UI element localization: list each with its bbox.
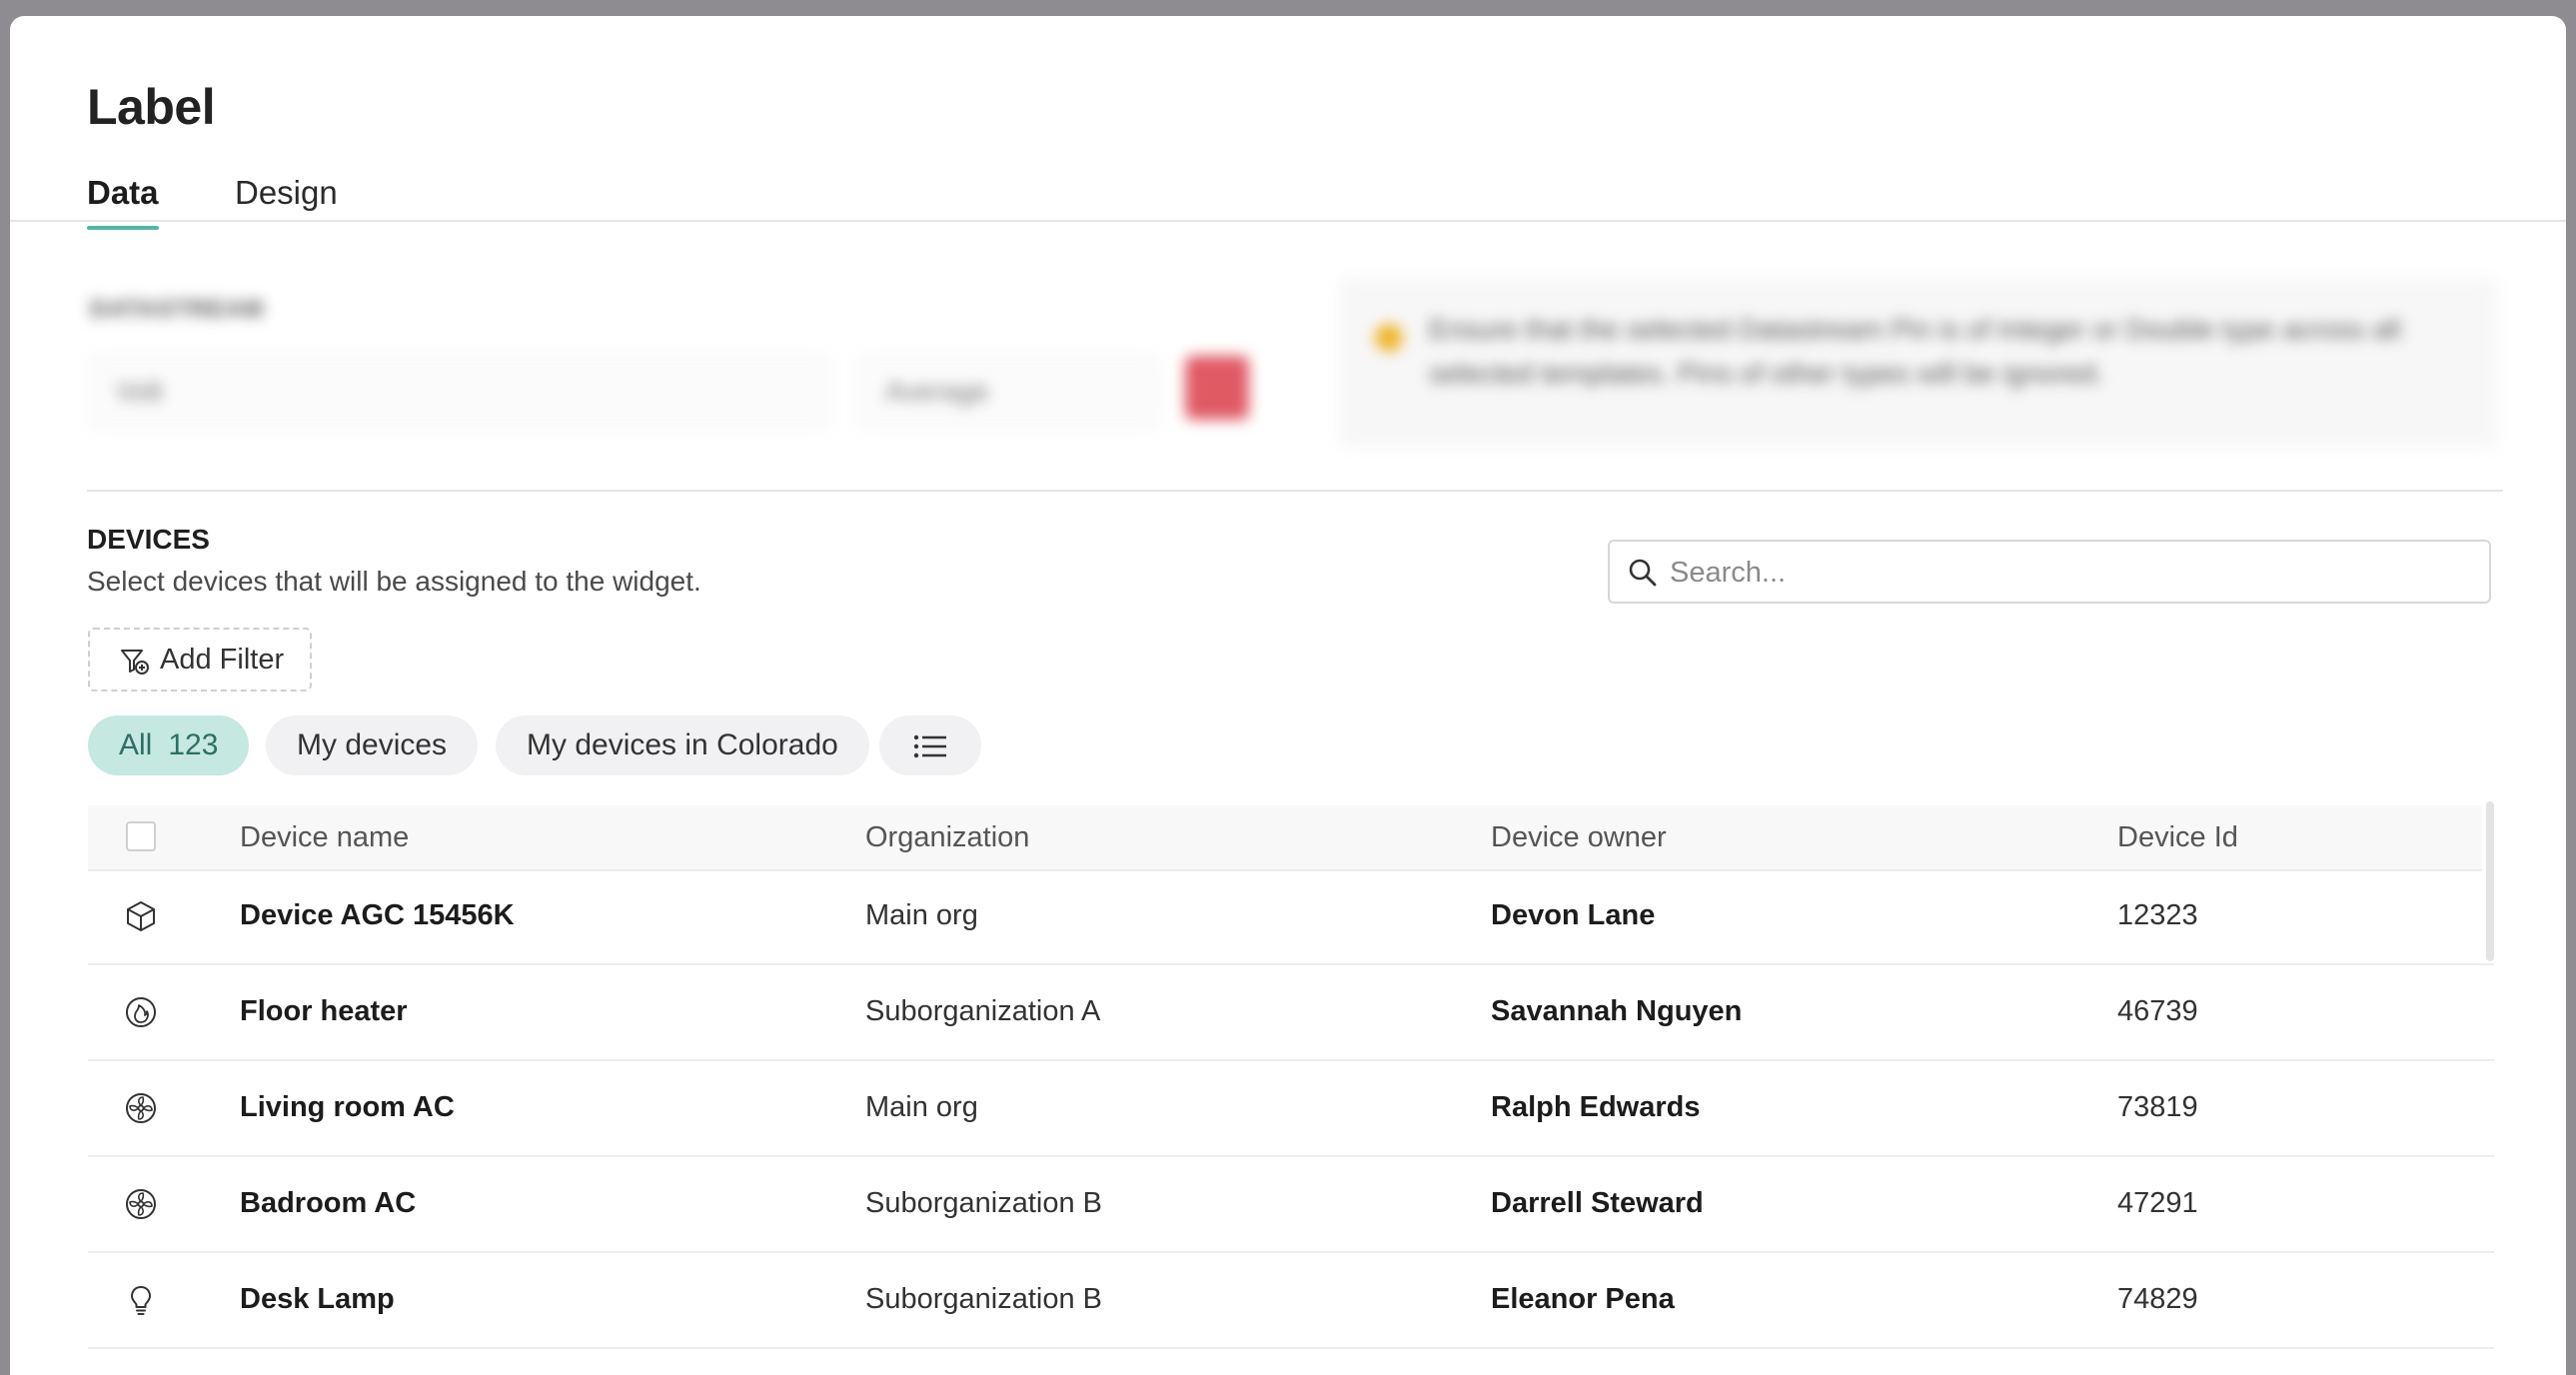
select-all-checkbox[interactable]	[126, 821, 156, 851]
add-filter-button[interactable]: Add Filter	[88, 628, 312, 691]
fan-icon	[126, 1189, 156, 1219]
device-owner: Eleanor Pena	[1491, 1283, 1675, 1315]
device-owner: Savannah Nguyen	[1491, 995, 1743, 1027]
device-id: 73819	[2117, 1091, 2198, 1123]
tabs-divider	[10, 220, 2566, 222]
add-filter-label: Add Filter	[160, 644, 285, 676]
chip-my-devices[interactable]: My devices	[266, 715, 479, 775]
chip-my-devices-colorado[interactable]: My devices in Colorado	[496, 715, 869, 775]
table-header: Device name Organization Device owner De…	[88, 801, 2494, 961]
table-row[interactable]: Floor heater Suborganization A Savannah …	[88, 965, 2494, 1061]
column-organization[interactable]: Organization	[865, 821, 1029, 854]
organization: Suborganization A	[865, 995, 1101, 1027]
datastream-label: DATASTREAM	[90, 296, 265, 323]
device-id: 74829	[2117, 1283, 2198, 1315]
search-icon	[1629, 559, 1657, 587]
devices-subtitle: Select devices that will be assigned to …	[87, 566, 701, 597]
device-id: 46739	[2117, 995, 2198, 1027]
device-owner: Darrell Steward	[1491, 1187, 1704, 1219]
datastream-type-note: Ensure that the selected Datastream Pin …	[1339, 278, 2498, 448]
datastream-note-text: Ensure that the selected Datastream Pin …	[1429, 314, 2401, 389]
organization: Suborganization B	[865, 1283, 1102, 1315]
delete-datastream-button[interactable]	[1185, 356, 1249, 420]
chip-list-options[interactable]	[879, 715, 981, 775]
list-icon	[913, 734, 946, 758]
warning-icon	[1375, 324, 1403, 352]
column-device-owner[interactable]: Device owner	[1491, 821, 1667, 854]
device-name: Floor heater	[240, 995, 408, 1027]
table-row[interactable]: Desk Lamp Suborganization B Eleanor Pena…	[88, 1253, 2494, 1349]
chip-all-label: All	[119, 728, 153, 761]
aggregation-select[interactable]: Average	[859, 356, 1159, 428]
filter-add-icon	[121, 650, 149, 675]
device-id: 12323	[2117, 899, 2198, 931]
device-name: Desk Lamp	[240, 1283, 395, 1315]
lightbulb-icon	[131, 1286, 151, 1315]
dialog-title: Label	[87, 79, 216, 135]
chip-all[interactable]: All 123	[88, 715, 250, 775]
device-owner: Ralph Edwards	[1491, 1091, 1701, 1123]
device-name: Badroom AC	[240, 1187, 417, 1219]
organization: Suborganization B	[865, 1187, 1102, 1219]
section-divider	[87, 490, 2503, 492]
table-row[interactable]: Device AGC 15456K Main org Devon Lane 12…	[88, 869, 2494, 965]
cube-icon	[127, 901, 155, 931]
organization: Main org	[865, 899, 978, 931]
fan-icon	[126, 1093, 156, 1123]
device-search	[1608, 540, 2491, 604]
devices-heading: DEVICES	[87, 524, 210, 555]
flame-icon	[126, 997, 156, 1027]
datastream-select[interactable]: Volt	[90, 356, 829, 428]
device-name: Device AGC 15456K	[240, 899, 515, 931]
device-name: Living room AC	[240, 1091, 455, 1123]
search-input[interactable]	[1668, 550, 2471, 596]
device-owner: Devon Lane	[1491, 899, 1656, 931]
column-device-id[interactable]: Device Id	[2117, 821, 2238, 854]
chip-all-count: 123	[168, 728, 219, 761]
table-row[interactable]: Badroom AC Suborganization B Darrell Ste…	[88, 1157, 2494, 1253]
organization: Main org	[865, 1091, 978, 1123]
column-device-name[interactable]: Device name	[240, 821, 409, 854]
device-id: 47291	[2117, 1187, 2198, 1219]
label-widget-dialog: Label Data Design DATASTREAM Volt Averag…	[10, 16, 2566, 1375]
table-row[interactable]: Living room AC Main org Ralph Edwards 73…	[88, 1061, 2494, 1157]
